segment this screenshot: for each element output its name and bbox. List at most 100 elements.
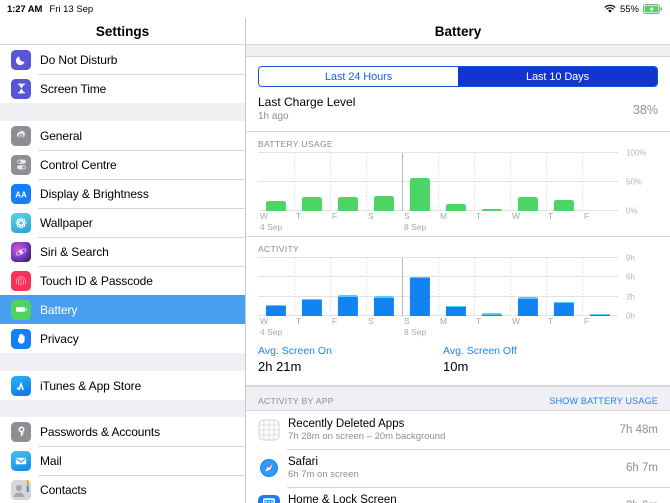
sidebar-item-label: Do Not Disturb (40, 52, 118, 67)
x-axis-day-label: S (368, 211, 374, 221)
sidebar-item-itunes-app-store[interactable]: iTunes & App Store (0, 371, 245, 400)
sidebar-item-label: Privacy (40, 331, 79, 346)
sidebar-divider (0, 353, 245, 371)
chart-bar-slot (510, 258, 546, 316)
status-battery-percent: 55% (619, 3, 639, 15)
sidebar-list[interactable]: Do Not Disturb Screen Time General Contr… (0, 45, 245, 503)
y-axis-tick-label: 0h (626, 311, 635, 321)
fingerprint-icon (11, 270, 31, 291)
safari-icon (258, 457, 280, 479)
chart-bar-slot (582, 153, 618, 211)
sidebar-item-mail[interactable]: Mail (0, 446, 245, 475)
x-axis-tick: T (548, 211, 553, 221)
activity-header: ACTIVITY (258, 244, 300, 254)
chart-bar (553, 199, 575, 211)
status-date: Fri 13 Sep (49, 3, 94, 15)
activity-section: ACTIVITY 0h 3h 6h 9h W4 Sep T F S S 8 Sep M T W T F (246, 236, 670, 341)
sidebar-item-battery[interactable]: Battery (0, 295, 245, 324)
x-axis-day-label: T (548, 211, 554, 221)
chart-bar-slot (474, 153, 510, 211)
x-axis-tick: T (296, 211, 301, 221)
sidebar-item-wallpaper[interactable]: Wallpaper (0, 208, 245, 237)
battery-icon (11, 299, 31, 320)
x-axis-day-label: F (584, 316, 590, 326)
chart-bar (337, 196, 359, 211)
contacts-icon (11, 479, 31, 500)
settings-sidebar: Settings Do Not Disturb Screen Time Gene… (0, 18, 246, 503)
x-axis-day-label: W (260, 316, 269, 326)
sidebar-item-screen-time[interactable]: Screen Time (0, 74, 245, 103)
x-axis-tick: F (584, 211, 589, 221)
y-axis-tick-label: 100% (626, 148, 647, 158)
sidebar-item-display-brightness[interactable]: AA Display & Brightness (0, 179, 245, 208)
activity-by-app-header: ACTIVITY BY APP (258, 396, 334, 406)
sidebar-item-label: Siri & Search (40, 244, 109, 259)
sidebar-group-3: iTunes & App Store (0, 371, 245, 400)
sidebar-item-label: Touch ID & Passcode (40, 273, 153, 288)
battery-usage-header: BATTERY USAGE (258, 139, 333, 149)
list-item[interactable]: Safari 6h 7m on screen 6h 7m (246, 449, 670, 487)
sidebar-title: Settings (0, 18, 245, 45)
hourglass-icon (11, 78, 31, 99)
chart-bar-slot (402, 153, 438, 211)
app-text: Recently Deleted Apps 7h 28m on screen –… (288, 418, 612, 442)
sidebar-item-siri-search[interactable]: Siri & Search (0, 237, 245, 266)
sidebar-item-control-centre[interactable]: Control Centre (0, 150, 245, 179)
chart-bar-screen-off (553, 302, 575, 304)
activity-y-axis: 0h 3h 6h 9h (618, 254, 658, 321)
x-axis-day-label: S (368, 316, 374, 326)
segment-last-10-days[interactable]: Last 10 Days (458, 67, 657, 86)
app-text: Safari 6h 7m on screen (288, 456, 618, 480)
y-axis-tick-label: 50% (626, 177, 643, 187)
activity-plot-area (258, 257, 618, 316)
chart-bar (265, 201, 287, 211)
segment-last-24-hours[interactable]: Last 24 Hours (259, 67, 458, 86)
activity-by-app-header-row: ACTIVITY BY APP SHOW BATTERY USAGE (246, 387, 670, 410)
sidebar-item-touch-id-passcode[interactable]: Touch ID & Passcode (0, 266, 245, 295)
chart-bar (517, 298, 539, 316)
x-axis-date-label: 8 Sep (404, 327, 427, 337)
x-axis-day-label: F (332, 211, 338, 221)
segmented-control-wrapper: Last 24 Hours Last 10 Days (246, 57, 670, 87)
x-axis-day-label: F (584, 211, 590, 221)
wifi-icon (604, 4, 616, 14)
app-name: Recently Deleted Apps (288, 418, 405, 430)
x-axis-tick: F (332, 316, 337, 326)
status-bar: 1:27 AM Fri 13 Sep 55% (0, 0, 670, 18)
sidebar-item-label: iTunes & App Store (40, 378, 142, 393)
last-charge-level-row: Last Charge Level 1h ago 38% (246, 87, 670, 132)
list-item[interactable]: Recently Deleted Apps 7h 28m on screen –… (246, 411, 670, 449)
sidebar-item-privacy[interactable]: Privacy (0, 324, 245, 353)
chart-bar-slot (438, 258, 474, 316)
chart-bar-slot (330, 258, 366, 316)
x-axis-day-label: M (440, 211, 448, 221)
chart-bar (517, 196, 539, 211)
x-axis-tick: W (512, 211, 520, 221)
chart-bar (337, 296, 359, 316)
flower-icon (11, 212, 31, 233)
sidebar-item-do-not-disturb[interactable]: Do Not Disturb (0, 45, 245, 74)
x-axis-day-label: S (404, 316, 410, 326)
avg-screen-off[interactable]: Avg. Screen Off 10m (443, 345, 517, 374)
activity-chart: 0h 3h 6h 9h (258, 254, 658, 321)
x-axis-day-label: F (332, 316, 338, 326)
sidebar-item-contacts[interactable]: Contacts (0, 475, 245, 503)
chart-bar-slot (366, 153, 402, 211)
sidebar-item-passwords-accounts[interactable]: Passwords & Accounts (0, 417, 245, 446)
chart-bar-slot (546, 258, 582, 316)
avg-screen-on[interactable]: Avg. Screen On 2h 21m (258, 345, 443, 374)
show-battery-usage-link[interactable]: SHOW BATTERY USAGE (549, 396, 658, 406)
time-range-segmented-control[interactable]: Last 24 Hours Last 10 Days (258, 66, 658, 87)
activity-bars (258, 258, 618, 316)
battery-usage-plot-area (258, 152, 618, 211)
x-axis-day-label: W (260, 211, 269, 221)
y-axis-tick-label: 9h (626, 253, 635, 263)
list-item[interactable]: Home & Lock Screen 3h 6m on screen 3h 6m (246, 487, 670, 503)
sidebar-item-label: Battery (40, 302, 78, 317)
battery-usage-chart: 0% 50% 100% (258, 149, 658, 216)
mail-icon (11, 450, 31, 471)
sidebar-item-general[interactable]: General (0, 121, 245, 150)
grid-placeholder-icon (258, 419, 280, 441)
chart-bar (409, 177, 431, 211)
detail-scroll[interactable]: Last 24 Hours Last 10 Days Last Charge L… (246, 45, 670, 503)
